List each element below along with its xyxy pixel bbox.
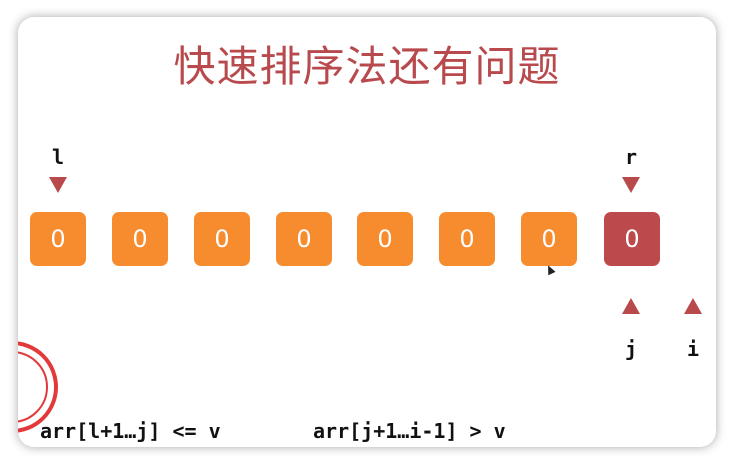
slide-title: 快速排序法还有问题	[173, 42, 561, 91]
array-cell: 0	[112, 212, 168, 266]
pointer-r-arrow-icon	[622, 177, 640, 193]
array-cell: 0	[276, 212, 332, 266]
pointer-r-label: r	[624, 145, 638, 169]
array-cell: 0	[30, 212, 86, 266]
pointer-l-label: l	[51, 145, 65, 169]
pointer-l-arrow-icon	[49, 177, 67, 193]
pointer-i-arrow-icon	[684, 298, 702, 314]
slide: 快速排序法还有问题 l r 0 0 0 0 0 0 0 0 j i arr[l+…	[18, 17, 716, 447]
formula-right: arr[j+1…i-1] > v	[313, 419, 506, 443]
formula-left: arr[l+1…j] <= v	[40, 419, 221, 443]
array-cell: 0	[521, 212, 577, 266]
array-cell: 0	[357, 212, 413, 266]
pointer-j-label: j	[624, 337, 638, 361]
pointer-j-arrow-icon	[622, 298, 640, 314]
array-cell: 0	[439, 212, 495, 266]
array-cell-current: 0	[604, 212, 660, 266]
pointer-i-label: i	[686, 337, 700, 361]
array-cell: 0	[194, 212, 250, 266]
